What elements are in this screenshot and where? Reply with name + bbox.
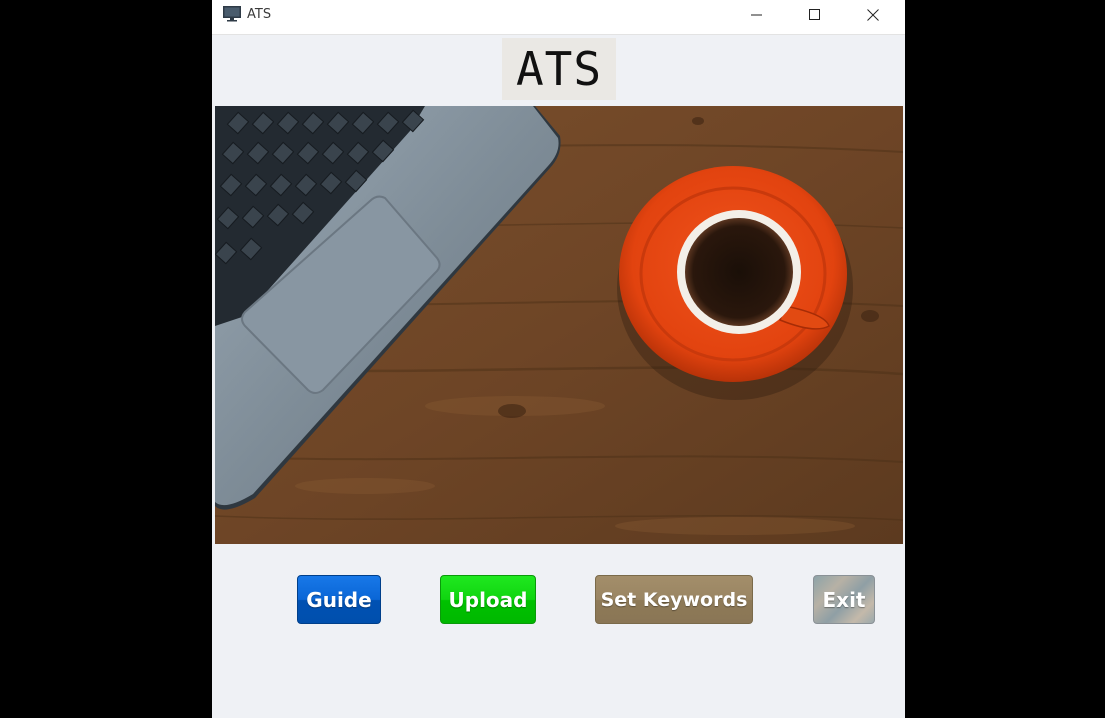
app-heading: ATS: [502, 38, 616, 100]
set-keywords-button[interactable]: Set Keywords: [595, 575, 753, 624]
exit-button-label: Exit: [822, 588, 866, 612]
maximize-icon: [809, 9, 820, 20]
hero-image: [215, 106, 903, 544]
close-button[interactable]: [850, 0, 896, 30]
maximize-button[interactable]: [792, 0, 838, 30]
monitor-icon: [223, 6, 241, 22]
title-bar[interactable]: ATS: [212, 0, 905, 35]
guide-button-label: Guide: [306, 588, 372, 612]
upload-button[interactable]: Upload: [440, 575, 536, 624]
window-title: ATS: [247, 7, 272, 22]
close-icon: [867, 9, 879, 21]
minimize-icon: [751, 14, 762, 16]
guide-button[interactable]: Guide: [297, 575, 381, 624]
app-heading-text: ATS: [515, 42, 603, 96]
set-keywords-button-label: Set Keywords: [600, 589, 748, 611]
app-window: ATS ATS Guide Upload Set Keywords Exit: [212, 0, 905, 718]
upload-button-label: Upload: [448, 588, 528, 612]
exit-button[interactable]: Exit: [813, 575, 875, 624]
minimize-button[interactable]: [734, 0, 780, 30]
